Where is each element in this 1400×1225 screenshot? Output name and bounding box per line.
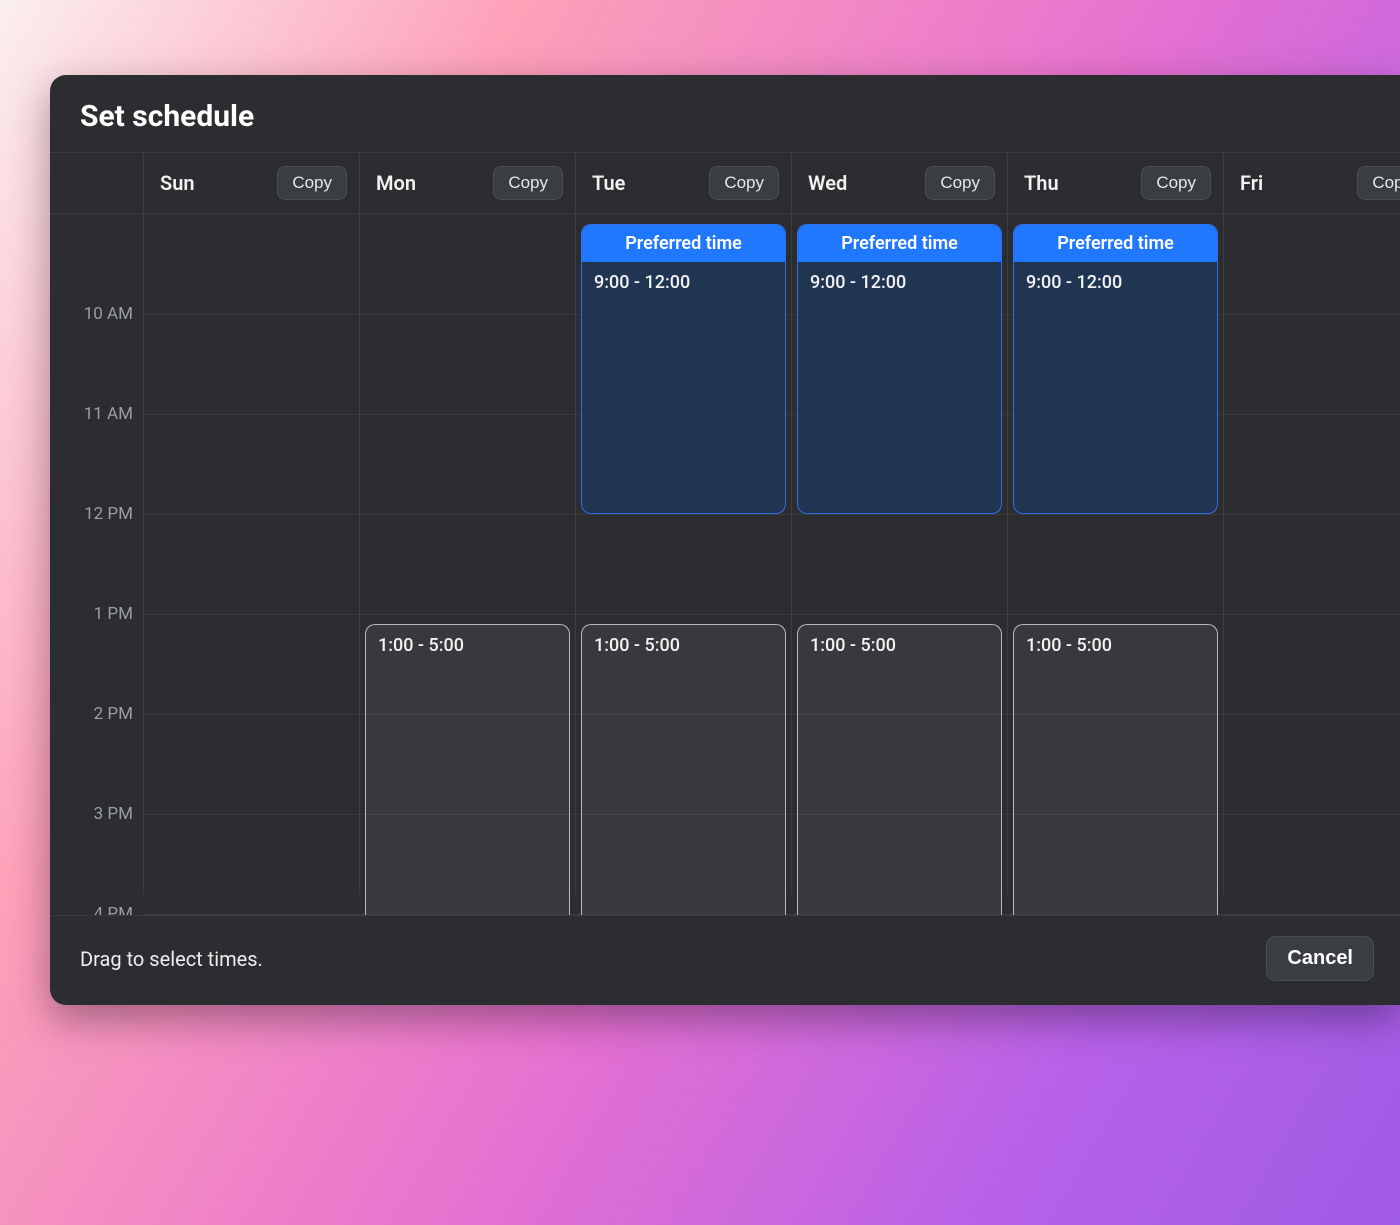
event-time-range: 1:00 - 5:00 [798, 625, 1001, 666]
day-label: Wed [808, 171, 847, 195]
day-label: Tue [592, 171, 625, 195]
hour-label: 3 PM [94, 804, 133, 824]
day-header-fri: Fri Copy [1224, 153, 1400, 213]
copy-button-mon[interactable]: Copy [493, 166, 563, 200]
day-column-tue[interactable]: Preferred time9:00 - 12:00 1:00 - 5:00 [576, 214, 792, 894]
day-header-row: Sun Copy Mon Copy Tue Copy Wed Copy Thu Copy Fri Co… [50, 152, 1400, 214]
day-header-thu: Thu Copy [1008, 153, 1224, 213]
event-time-range: 1:00 - 5:00 [366, 625, 569, 666]
footer-hint: Drag to select times. [80, 947, 263, 971]
hour-label: 4 PM [94, 904, 133, 915]
available-time-block[interactable]: 1:00 - 5:00 [1013, 624, 1218, 915]
day-column-wed[interactable]: Preferred time9:00 - 12:00 1:00 - 5:00 [792, 214, 1008, 894]
day-header-tue: Tue Copy [576, 153, 792, 213]
hour-label: 12 PM [84, 504, 133, 524]
available-time-block[interactable]: 1:00 - 5:00 [581, 624, 786, 915]
available-time-block[interactable]: 1:00 - 5:00 [797, 624, 1002, 915]
day-label: Mon [376, 171, 416, 195]
copy-button-thu[interactable]: Copy [1141, 166, 1211, 200]
day-label: Sun [160, 171, 195, 195]
copy-button-tue[interactable]: Copy [709, 166, 779, 200]
day-label: Thu [1024, 171, 1059, 195]
event-time-range: 9:00 - 12:00 [1014, 262, 1217, 303]
preferred-time-block[interactable]: Preferred time9:00 - 12:00 [581, 224, 786, 514]
available-time-block[interactable]: 1:00 - 5:00 [365, 624, 570, 915]
preferred-time-block[interactable]: Preferred time9:00 - 12:00 [1013, 224, 1218, 514]
hour-label: 10 AM [84, 304, 133, 324]
cancel-button[interactable]: Cancel [1266, 936, 1374, 981]
day-column-sun[interactable] [144, 214, 360, 894]
day-header-sun: Sun Copy [144, 153, 360, 213]
copy-button-wed[interactable]: Copy [925, 166, 995, 200]
preferred-time-block[interactable]: Preferred time9:00 - 12:00 [797, 224, 1002, 514]
schedule-body[interactable]: 10 AM11 AM12 PM1 PM2 PM3 PM4 PM5 PM 1:00… [50, 214, 1400, 894]
event-time-range: 9:00 - 12:00 [582, 262, 785, 303]
day-column-fri[interactable] [1224, 214, 1400, 894]
copy-button-fri[interactable]: Copy [1357, 166, 1400, 200]
schedule-grid: Sun Copy Mon Copy Tue Copy Wed Copy Thu Copy Fri Co… [50, 152, 1400, 915]
panel-title: Set schedule [50, 75, 1400, 152]
hour-label: 11 AM [84, 404, 133, 424]
event-header: Preferred time [1014, 225, 1217, 262]
day-label: Fri [1240, 171, 1263, 195]
event-time-range: 1:00 - 5:00 [1014, 625, 1217, 666]
day-column-mon[interactable]: 1:00 - 5:00 [360, 214, 576, 894]
day-header-mon: Mon Copy [360, 153, 576, 213]
event-time-range: 9:00 - 12:00 [798, 262, 1001, 303]
time-axis: 10 AM11 AM12 PM1 PM2 PM3 PM4 PM5 PM [50, 214, 144, 894]
day-header-wed: Wed Copy [792, 153, 1008, 213]
time-axis-header [50, 153, 144, 213]
event-header: Preferred time [582, 225, 785, 262]
copy-button-sun[interactable]: Copy [277, 166, 347, 200]
day-column-thu[interactable]: Preferred time9:00 - 12:00 1:00 - 5:00 [1008, 214, 1224, 894]
hour-label: 2 PM [94, 704, 133, 724]
event-time-range: 1:00 - 5:00 [582, 625, 785, 666]
schedule-panel: Set schedule Sun Copy Mon Copy Tue Copy Wed Cop… [50, 75, 1400, 1005]
footer-bar: Drag to select times. Cancel [50, 915, 1400, 1005]
hour-label: 1 PM [94, 604, 133, 624]
event-header: Preferred time [798, 225, 1001, 262]
